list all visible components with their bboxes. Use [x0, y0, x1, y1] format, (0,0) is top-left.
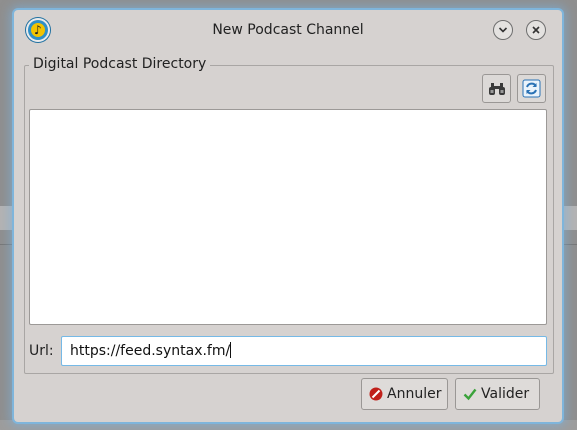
minimize-button[interactable]	[493, 20, 513, 40]
chevron-down-icon	[498, 27, 508, 33]
checkmark-icon	[463, 388, 477, 401]
title-bar[interactable]: ♪ New Podcast Channel	[14, 10, 562, 52]
new-podcast-channel-dialog: ♪ New Podcast Channel Digital Podcast Di…	[14, 10, 562, 422]
ok-button[interactable]: Valider	[455, 378, 540, 410]
window-title: New Podcast Channel	[212, 22, 364, 38]
refresh-button[interactable]	[517, 74, 546, 103]
directory-group-label: Digital Podcast Directory	[29, 56, 211, 72]
text-caret	[230, 342, 232, 358]
ok-button-label: Valider	[481, 386, 530, 402]
url-label: Url:	[29, 343, 54, 359]
close-button[interactable]	[526, 20, 546, 40]
refresh-icon	[522, 79, 541, 98]
cancel-button[interactable]: Annuler	[361, 378, 448, 410]
binoculars-icon	[488, 82, 505, 95]
url-input-value: https://feed.syntax.fm/	[70, 343, 231, 359]
cancel-button-label: Annuler	[387, 386, 442, 402]
find-button[interactable]	[482, 74, 511, 103]
cancel-icon	[369, 387, 383, 401]
podcast-directory-list[interactable]	[29, 109, 547, 325]
url-input[interactable]: https://feed.syntax.fm/	[61, 336, 547, 366]
close-icon	[532, 26, 540, 34]
